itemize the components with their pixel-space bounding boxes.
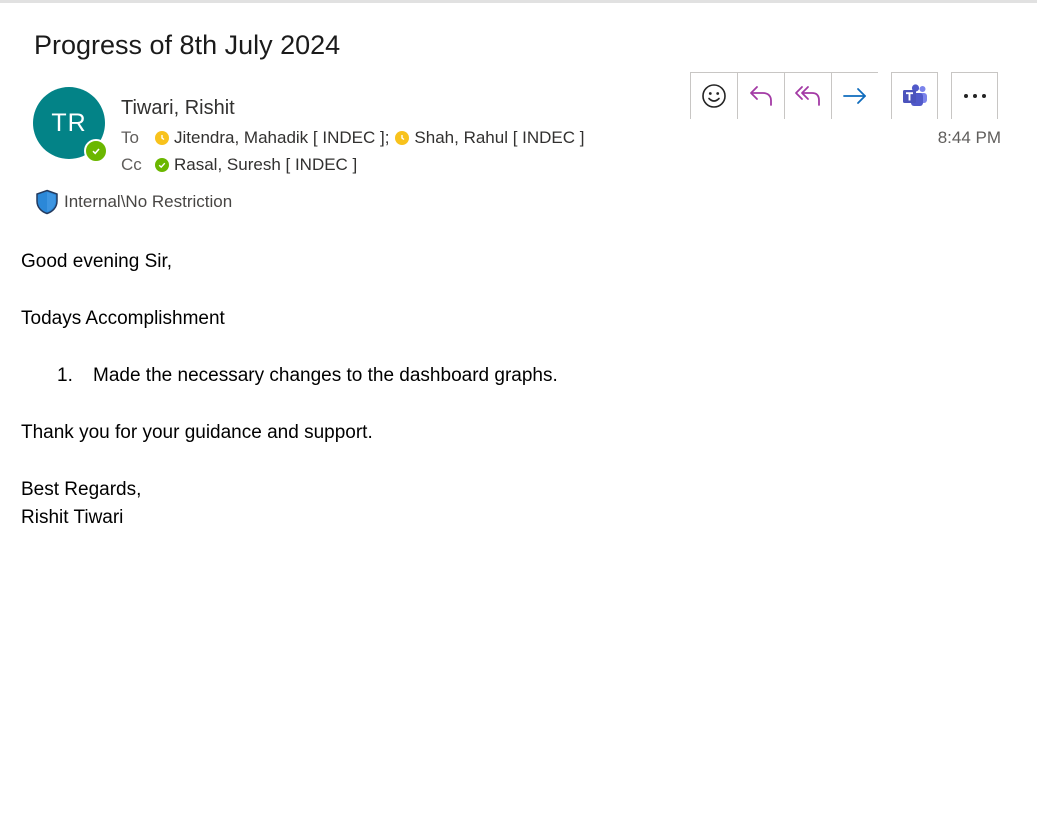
sender-name[interactable]: Tiwari, Rishit: [121, 97, 235, 120]
cc-label: Cc: [121, 155, 142, 174]
emoji-icon: [702, 84, 726, 108]
sensitivity-label[interactable]: Internal\No Restriction: [35, 189, 232, 215]
list-number: 1.: [57, 365, 73, 386]
list-text: Made the necessary changes to the dashbo…: [93, 365, 558, 386]
recipient-to-1[interactable]: Jitendra, Mahadik [ INDEC ];: [155, 128, 395, 148]
more-actions-button[interactable]: [951, 72, 998, 119]
reply-icon: [750, 86, 772, 106]
reply-all-button[interactable]: [784, 72, 831, 119]
top-divider: [0, 0, 1037, 3]
closing-line: Best Regards,: [21, 479, 142, 500]
sensitivity-text: Internal\No Restriction: [64, 192, 233, 211]
shield-icon: [36, 189, 58, 215]
accomplishment-heading: Todays Accomplishment: [21, 308, 225, 329]
message-toolbar: [690, 72, 998, 120]
email-subject: Progress of 8th July 2024: [34, 30, 341, 60]
recipient-cc-1[interactable]: Rasal, Suresh [ INDEC ]: [155, 155, 357, 175]
more-icon: [963, 94, 986, 98]
thanks-line: Thank you for your guidance and support.: [21, 422, 373, 443]
recipient-name: Shah, Rahul [ INDEC ]: [414, 128, 585, 147]
greeting: Good evening Sir,: [21, 251, 173, 272]
to-label: To: [121, 128, 139, 147]
presence-available-icon: [84, 139, 108, 163]
to-row: To Jitendra, Mahadik [ INDEC ]; Shah, Ra…: [121, 128, 585, 148]
reply-all-icon: [795, 86, 820, 106]
teams-button[interactable]: [891, 72, 938, 119]
list-item: 1. Made the necessary changes to the das…: [21, 362, 1001, 390]
recipient-name: Jitendra, Mahadik [ INDEC ];: [174, 128, 390, 147]
forward-button[interactable]: [831, 72, 878, 119]
teams-icon: [902, 84, 927, 106]
away-status-icon: [395, 131, 410, 145]
available-status-icon: [155, 158, 169, 172]
reply-button[interactable]: [737, 72, 784, 119]
email-body: Good evening Sir, Todays Accomplishment …: [21, 248, 1001, 532]
forward-icon: [843, 88, 866, 104]
reaction-button[interactable]: [690, 72, 737, 119]
signature-line: Rishit Tiwari: [21, 507, 124, 528]
received-time: 8:44 PM: [937, 128, 1001, 147]
away-status-icon: [155, 131, 169, 145]
recipient-name: Rasal, Suresh [ INDEC ]: [174, 155, 358, 174]
recipient-to-2[interactable]: Shah, Rahul [ INDEC ]: [395, 128, 585, 148]
avatar-initials: TR: [51, 108, 87, 137]
cc-row: Cc Rasal, Suresh [ INDEC ]: [121, 155, 357, 175]
